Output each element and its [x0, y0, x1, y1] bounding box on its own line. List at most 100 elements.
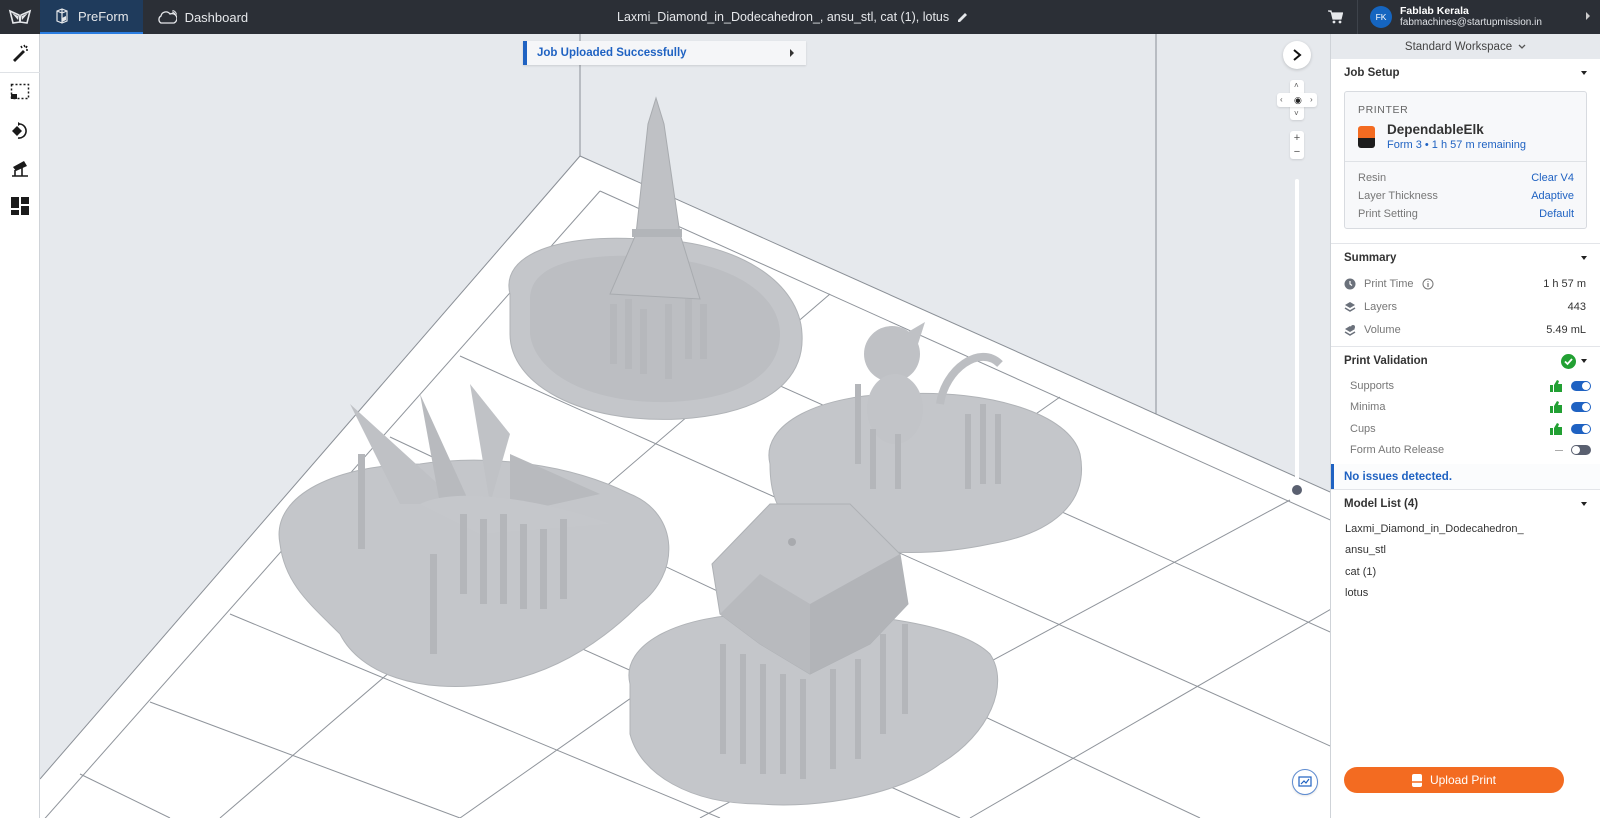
- summary-title: Summary: [1344, 252, 1397, 264]
- tab-preform-label: PreForm: [78, 8, 129, 24]
- formlabs-logo[interactable]: [0, 0, 40, 34]
- tab-dashboard-label: Dashboard: [184, 9, 249, 25]
- form3-printer-icon: [1358, 126, 1375, 148]
- setting-key: Layer Thickness: [1358, 190, 1438, 202]
- setting-row-print-setting[interactable]: Print Setting Default: [1345, 205, 1586, 223]
- setting-row-resin[interactable]: Resin Clear V4: [1345, 169, 1586, 187]
- layer-slider-track[interactable]: [1295, 179, 1299, 491]
- info-icon[interactable]: [1422, 278, 1434, 290]
- tool-supports[interactable]: [0, 149, 40, 187]
- setting-row-layer-thickness[interactable]: Layer Thickness Adaptive: [1345, 187, 1586, 205]
- workspace-selector[interactable]: Standard Workspace: [1331, 34, 1600, 59]
- pan-right-icon[interactable]: ›: [1310, 96, 1313, 104]
- check-circle-icon: [1561, 353, 1576, 369]
- clock-icon: [1344, 278, 1356, 289]
- top-bar: PreForm Dashboard Laxmi_Diamond_in_Dodec…: [0, 0, 1600, 34]
- setting-value[interactable]: Default: [1539, 208, 1574, 220]
- camera-pan-control[interactable]: ˄ ‹ ◉ › ˅: [1277, 80, 1317, 120]
- zoom-in-icon[interactable]: +: [1294, 133, 1300, 144]
- pan-down-icon[interactable]: ˅: [1294, 110, 1299, 118]
- tool-layout[interactable]: [0, 187, 40, 225]
- validation-key: Cups: [1350, 422, 1376, 435]
- form-auto-release-toggle[interactable]: [1571, 445, 1591, 456]
- feedback-button[interactable]: [1292, 769, 1318, 795]
- cart-button[interactable]: [1320, 0, 1350, 34]
- model-list-item[interactable]: ansu_stl: [1331, 540, 1600, 562]
- caret-down-icon: [1581, 502, 1587, 506]
- summary-key: Volume: [1364, 323, 1401, 336]
- chevron-right-icon: [1293, 49, 1302, 61]
- summary-key: Print Time: [1364, 277, 1414, 290]
- model-list-item[interactable]: lotus: [1331, 583, 1600, 605]
- caret-right-icon: [790, 49, 794, 57]
- setting-value[interactable]: Clear V4: [1531, 172, 1574, 184]
- validation-row-form-auto-release: Form Auto Release: [1331, 440, 1600, 462]
- magic-wand-icon: [13, 44, 28, 62]
- pan-up-icon[interactable]: ˄: [1294, 82, 1299, 90]
- chevron-right-icon: [1586, 12, 1590, 20]
- printer-card[interactable]: PRINTER DependableElk Form 3 • 1 h 57 m …: [1344, 91, 1587, 229]
- summary-value: 1 h 57 m: [1543, 277, 1586, 290]
- volume-icon: [1344, 324, 1356, 336]
- 3d-viewport[interactable]: Job Uploaded Successfully ˄ ‹ ◉ › ˅ + −: [40, 34, 1357, 818]
- tab-preform[interactable]: PreForm: [40, 0, 143, 34]
- toast-message: Job Uploaded Successfully: [537, 47, 687, 59]
- print-validation-header[interactable]: Print Validation: [1331, 347, 1600, 375]
- printer-name: DependableElk: [1387, 122, 1484, 137]
- zoom-control: + −: [1290, 131, 1304, 159]
- job-uploaded-toast[interactable]: Job Uploaded Successfully: [523, 41, 806, 65]
- summary-key: Layers: [1364, 300, 1398, 313]
- layer-slider-handle[interactable]: [1291, 484, 1303, 496]
- pencil-edit-icon[interactable]: [957, 12, 968, 23]
- expand-panel-button[interactable]: [1283, 41, 1311, 69]
- supports-toggle[interactable]: [1571, 380, 1591, 391]
- cups-toggle[interactable]: [1571, 423, 1591, 434]
- setting-key: Print Setting: [1358, 208, 1418, 220]
- caret-down-icon: [1581, 71, 1587, 75]
- printer-label: PRINTER: [1358, 104, 1409, 116]
- model-list-header[interactable]: Model List (4): [1331, 490, 1600, 518]
- zoom-out-icon[interactable]: −: [1294, 147, 1300, 158]
- setting-value[interactable]: Adaptive: [1531, 190, 1574, 202]
- job-setup-title: Job Setup: [1344, 67, 1400, 79]
- summary-row-volume: Volume 5.49 mL: [1331, 318, 1600, 341]
- right-panel: Standard Workspace Job Setup PRINTER Dep…: [1330, 34, 1600, 818]
- validation-row-minima: Minima: [1331, 397, 1600, 419]
- tab-dashboard[interactable]: Dashboard: [143, 0, 263, 34]
- model-list-item[interactable]: cat (1): [1331, 561, 1600, 583]
- avatar: FK: [1370, 6, 1392, 28]
- butterfly-logo-icon: [8, 9, 32, 24]
- workspace-label: Standard Workspace: [1404, 40, 1513, 53]
- validation-key: Minima: [1350, 401, 1386, 414]
- account-menu[interactable]: FK Fablab Kerala fabmachines@startupmiss…: [1357, 0, 1600, 34]
- caret-down-icon: [1581, 256, 1587, 260]
- account-email: fabmachines@startupmission.in: [1400, 17, 1542, 28]
- chevron-down-icon: [1518, 44, 1526, 49]
- document-title[interactable]: Laxmi_Diamond_in_Dodecahedron_, ansu_stl…: [617, 0, 968, 34]
- eye-view-icon[interactable]: ◉: [1294, 96, 1302, 105]
- model-list-item[interactable]: Laxmi_Diamond_in_Dodecahedron_: [1331, 518, 1600, 540]
- thumbs-up-icon: [1550, 422, 1562, 435]
- tool-auto-setup[interactable]: [0, 34, 40, 72]
- job-setup-header[interactable]: Job Setup: [1331, 59, 1600, 87]
- summary-header[interactable]: Summary: [1331, 244, 1600, 272]
- caret-down-icon: [1581, 359, 1587, 363]
- document-title-text: Laxmi_Diamond_in_Dodecahedron_, ansu_stl…: [617, 10, 950, 24]
- upload-print-button[interactable]: Upload Print: [1344, 767, 1564, 793]
- tool-select[interactable]: [0, 73, 40, 111]
- pan-left-icon[interactable]: ‹: [1280, 96, 1283, 104]
- selection-box-icon: [10, 83, 30, 100]
- minima-toggle[interactable]: [1571, 402, 1591, 413]
- upload-print-label: Upload Print: [1429, 773, 1497, 787]
- thumbs-up-icon: [1550, 379, 1562, 392]
- summary-value: 5.49 mL: [1546, 323, 1586, 336]
- thumbs-up-icon: [1550, 401, 1562, 414]
- validation-row-cups: Cups: [1331, 418, 1600, 440]
- tool-orient[interactable]: [0, 111, 40, 149]
- supports-icon: [12, 161, 28, 177]
- dash-icon: [1555, 449, 1563, 451]
- setting-key: Resin: [1358, 172, 1387, 184]
- shopping-cart-icon: [1327, 10, 1343, 24]
- build-scene[interactable]: [40, 34, 1357, 818]
- orient-rotate-icon: [12, 122, 27, 139]
